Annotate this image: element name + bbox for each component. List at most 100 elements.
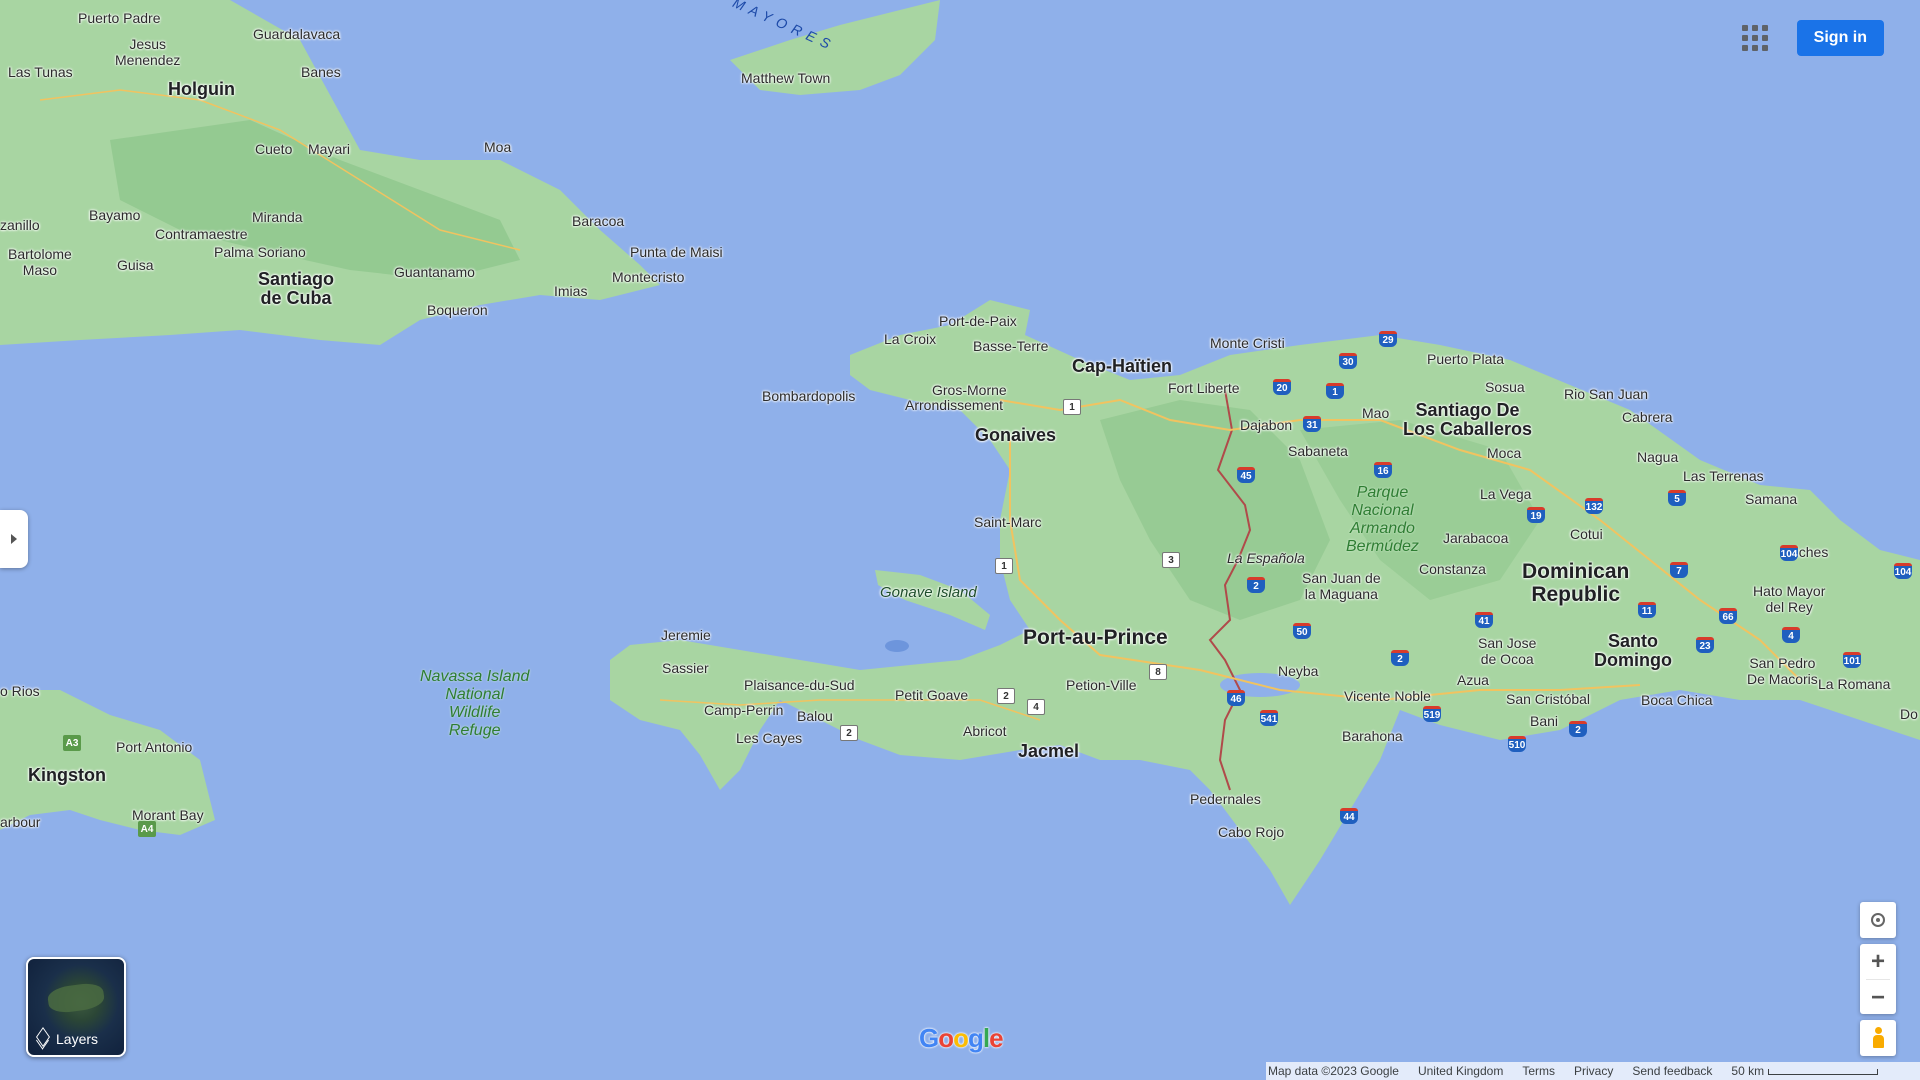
place-constanza[interactable]: Constanza	[1419, 561, 1486, 577]
label-dominican-republic[interactable]: Dominican Republic	[1522, 560, 1629, 606]
place-imias[interactable]: Imias	[554, 283, 587, 299]
place-la-romana[interactable]: La Romana	[1818, 676, 1890, 692]
place-port-au-prince[interactable]: Port-au-Prince	[1023, 627, 1168, 649]
place-cabrera[interactable]: Cabrera	[1622, 409, 1673, 425]
place-santiago-de-los-caballeros[interactable]: Santiago De Los Caballeros	[1403, 401, 1532, 439]
place-sassier[interactable]: Sassier	[662, 660, 709, 676]
place-abricot[interactable]: Abricot	[963, 723, 1007, 739]
google-apps-icon[interactable]	[1737, 20, 1773, 56]
scale-control[interactable]: 50 km	[1731, 1064, 1879, 1078]
place-cabo-rojo[interactable]: Cabo Rojo	[1218, 824, 1284, 840]
place-montecristo[interactable]: Montecristo	[612, 269, 684, 285]
place-las-terrenas[interactable]: Las Terrenas	[1683, 468, 1764, 484]
place-port-antonio[interactable]: Port Antonio	[116, 739, 192, 755]
place-san-juan-de-la-maguana[interactable]: San Juan de la Maguana	[1302, 570, 1381, 602]
place-santiago-de-cuba[interactable]: Santiago de Cuba	[258, 270, 334, 308]
layers-button[interactable]: Layers	[26, 957, 126, 1057]
place-baracoa[interactable]: Baracoa	[572, 213, 624, 229]
place-gros-morne[interactable]: Gros-Morne	[932, 382, 1007, 398]
place-hato-mayor[interactable]: Hato Mayor del Rey	[1753, 583, 1825, 615]
place-guisa[interactable]: Guisa	[117, 257, 154, 273]
place-petit-goave[interactable]: Petit Goave	[895, 687, 968, 703]
place-puerto-plata[interactable]: Puerto Plata	[1427, 351, 1504, 367]
place-samana[interactable]: Samana	[1745, 491, 1797, 507]
place-petion-ville[interactable]: Petion-Ville	[1066, 677, 1137, 693]
place-san-pedro-de-macoris[interactable]: San Pedro De Macoris	[1747, 655, 1818, 687]
my-location-button[interactable]	[1860, 902, 1896, 938]
place-sosua[interactable]: Sosua	[1485, 379, 1525, 395]
place-banes[interactable]: Banes	[301, 64, 341, 80]
place-zanillo[interactable]: zanillo	[0, 217, 40, 233]
place-palma-soriano[interactable]: Palma Soriano	[214, 244, 306, 260]
place-vicente-noble[interactable]: Vicente Noble	[1344, 688, 1431, 704]
place-holguin[interactable]: Holguin	[168, 80, 235, 99]
map-canvas[interactable]	[0, 0, 1920, 1080]
place-rio-san-juan[interactable]: Rio San Juan	[1564, 386, 1648, 402]
place-gonave-island[interactable]: Gonave Island	[880, 585, 977, 601]
send-feedback-link[interactable]: Send feedback	[1632, 1064, 1712, 1078]
place-gonaives[interactable]: Gonaives	[975, 426, 1056, 445]
place-plaisance-du-sud[interactable]: Plaisance-du-Sud	[744, 677, 855, 693]
place-les-cayes[interactable]: Les Cayes	[736, 730, 802, 746]
place-arbour[interactable]: arbour	[0, 814, 40, 830]
place-las-tunas[interactable]: Las Tunas	[8, 64, 73, 80]
place-neyba[interactable]: Neyba	[1278, 663, 1318, 679]
place-barahona[interactable]: Barahona	[1342, 728, 1403, 744]
place-matthew-town[interactable]: Matthew Town	[741, 70, 830, 86]
street-view-pegman-button[interactable]	[1860, 1020, 1896, 1056]
place-balou[interactable]: Balou	[797, 708, 833, 724]
place-la-vega[interactable]: La Vega	[1480, 486, 1531, 502]
region-link[interactable]: United Kingdom	[1418, 1064, 1503, 1078]
place-mao[interactable]: Mao	[1362, 405, 1389, 421]
place-bayamo[interactable]: Bayamo	[89, 207, 140, 223]
place-camp-perrin[interactable]: Camp-Perrin	[704, 702, 783, 718]
place-dajabon[interactable]: Dajabon	[1240, 417, 1292, 433]
place-jarabacoa[interactable]: Jarabacoa	[1443, 530, 1508, 546]
place-san-cristobal[interactable]: San Cristóbal	[1506, 691, 1590, 707]
expand-side-panel-button[interactable]	[0, 510, 28, 568]
place-cap-haitien[interactable]: Cap-Haïtien	[1072, 357, 1172, 376]
place-saint-marc[interactable]: Saint-Marc	[974, 514, 1042, 530]
place-sabaneta[interactable]: Sabaneta	[1288, 443, 1348, 459]
privacy-link[interactable]: Privacy	[1574, 1064, 1613, 1078]
place-guardalavaca[interactable]: Guardalavaca	[253, 26, 340, 42]
place-navassa-refuge[interactable]: Navassa Island National Wildlife Refuge	[420, 668, 529, 740]
place-bombardopolis[interactable]: Bombardopolis	[762, 388, 855, 404]
place-basse-terre[interactable]: Basse-Terre	[973, 338, 1048, 354]
place-san-jose-de-ocoa[interactable]: San Jose de Ocoa	[1478, 635, 1536, 667]
place-fort-liberte[interactable]: Fort Liberte	[1168, 380, 1240, 396]
place-moca[interactable]: Moca	[1487, 445, 1521, 461]
place-azua[interactable]: Azua	[1457, 672, 1489, 688]
place-port-de-paix[interactable]: Port-de-Paix	[939, 313, 1017, 329]
place-puerto-padre[interactable]: Puerto Padre	[78, 10, 161, 26]
place-contramaestre[interactable]: Contramaestre	[155, 226, 248, 242]
place-arrondissement[interactable]: Arrondissement	[905, 397, 1003, 413]
place-boca-chica[interactable]: Boca Chica	[1641, 692, 1713, 708]
place-miranda[interactable]: Miranda	[252, 209, 303, 225]
place-la-croix[interactable]: La Croix	[884, 331, 936, 347]
zoom-in-button[interactable]: +	[1860, 944, 1896, 979]
place-santo-domingo[interactable]: Santo Domingo	[1594, 632, 1672, 670]
place-punta-de-maisi[interactable]: Punta de Maisi	[630, 244, 723, 260]
place-kingston[interactable]: Kingston	[28, 766, 106, 785]
place-do[interactable]: Do	[1900, 706, 1918, 722]
place-la-espanola[interactable]: La Española	[1227, 550, 1305, 566]
place-jesus-menendez[interactable]: Jesus Menendez	[115, 36, 180, 68]
place-bani[interactable]: Bani	[1530, 713, 1558, 729]
place-monte-cristi[interactable]: Monte Cristi	[1210, 335, 1285, 351]
place-mayari[interactable]: Mayari	[308, 141, 350, 157]
place-cotui[interactable]: Cotui	[1570, 526, 1603, 542]
zoom-out-button[interactable]: −	[1860, 980, 1896, 1015]
place-o-rios[interactable]: o Rios	[0, 683, 40, 699]
place-pedernales[interactable]: Pedernales	[1190, 791, 1261, 807]
place-boqueron[interactable]: Boqueron	[427, 302, 488, 318]
terms-link[interactable]: Terms	[1522, 1064, 1555, 1078]
place-bartolome-maso[interactable]: Bartolome Maso	[8, 246, 72, 278]
place-jacmel[interactable]: Jacmel	[1018, 742, 1079, 761]
place-nagua[interactable]: Nagua	[1637, 449, 1678, 465]
place-moa[interactable]: Moa	[484, 139, 511, 155]
place-cueto[interactable]: Cueto	[255, 141, 292, 157]
place-guantanamo[interactable]: Guantanamo	[394, 264, 475, 280]
place-parque-armando-bermudez[interactable]: Parque Nacional Armando Bermúdez	[1346, 484, 1419, 556]
sign-in-button[interactable]: Sign in	[1796, 20, 1884, 56]
